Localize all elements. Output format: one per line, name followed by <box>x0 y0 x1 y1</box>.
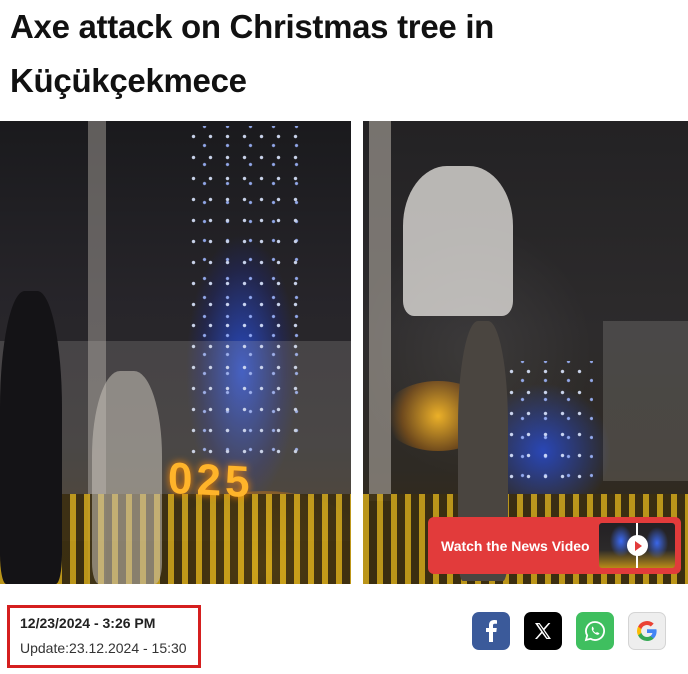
person-figure <box>0 291 62 584</box>
attacker-figure <box>403 166 513 316</box>
article-title: Axe attack on Christmas tree in Küçükçek… <box>10 8 495 99</box>
facebook-share-button[interactable] <box>472 612 510 650</box>
watch-video-label: Watch the News Video <box>441 537 590 554</box>
x-share-button[interactable] <box>524 612 562 650</box>
google-icon <box>637 621 657 641</box>
tree-lights <box>503 361 593 481</box>
photo-scene <box>363 121 688 584</box>
play-icon[interactable] <box>627 535 648 556</box>
publish-date: 12/23/2024 - 3:26 PM <box>20 615 156 631</box>
photo-scene: 025 <box>0 121 351 584</box>
update-date: Update:23.12.2024 - 15:30 <box>20 640 187 656</box>
building-wall <box>603 321 688 481</box>
news-photo-left: 025 <box>0 121 351 584</box>
google-share-button[interactable] <box>628 612 666 650</box>
video-thumbnail[interactable] <box>599 523 675 568</box>
street-pole <box>369 121 391 501</box>
x-icon <box>535 623 551 639</box>
whatsapp-share-button[interactable] <box>576 612 614 650</box>
sign-text: 025 <box>168 453 254 508</box>
whatsapp-icon <box>584 621 605 642</box>
attacker-figure <box>92 371 162 584</box>
date-info-box: 12/23/2024 - 3:26 PM Update:23.12.2024 -… <box>7 605 201 668</box>
watch-video-button[interactable]: Watch the News Video <box>428 517 681 574</box>
news-photo-right <box>363 121 688 584</box>
facebook-icon <box>486 620 497 642</box>
